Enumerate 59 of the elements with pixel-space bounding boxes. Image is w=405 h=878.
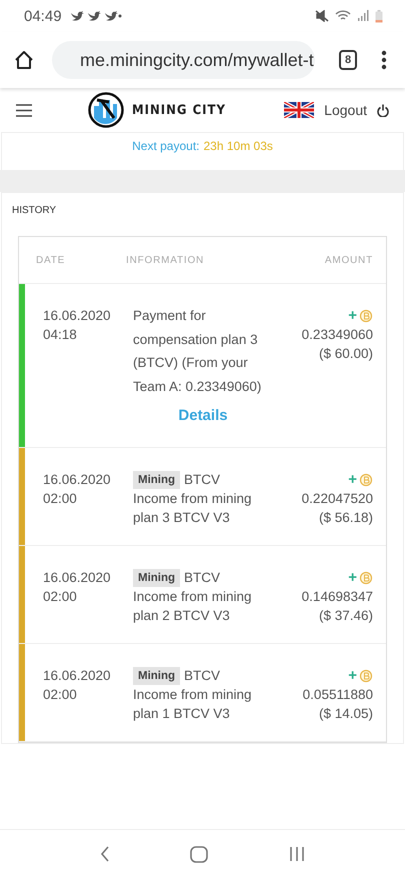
signal-icon	[357, 10, 369, 22]
date-text: 16.06.2020	[43, 667, 112, 685]
category-tag: Mining	[133, 470, 180, 488]
time-text: 02:00	[43, 686, 78, 704]
history-title: HISTORY	[12, 205, 58, 216]
usd-amount: ($ 60.00)	[318, 345, 373, 363]
battery-icon	[375, 10, 383, 22]
column-header: DATE	[35, 254, 66, 266]
home-button-icon[interactable]	[190, 846, 208, 862]
tab-count-button[interactable]: 8	[339, 50, 357, 70]
home-icon[interactable]	[14, 50, 34, 70]
clock: 04:49	[24, 8, 62, 24]
payout-countdown: 23h 10m 03s	[203, 139, 273, 155]
coin-text: BTCV	[184, 667, 220, 685]
recents-icon[interactable]	[288, 846, 305, 862]
menu-icon[interactable]	[16, 104, 32, 116]
column-header: AMOUNT	[324, 254, 374, 266]
date-text: 16.06.2020	[43, 307, 112, 325]
amount-text: 0.23349060	[302, 326, 373, 344]
coin-text: BTCV	[184, 471, 220, 489]
description-text: Income from mining plan 3 BTCV V3	[133, 490, 253, 527]
back-icon[interactable]	[100, 846, 110, 862]
category-tag: Mining	[133, 568, 180, 586]
usd-amount: ($ 56.18)	[318, 509, 373, 527]
amount-text: 0.14698347	[302, 588, 373, 606]
plus-sign: +	[348, 666, 357, 685]
plus-sign: +	[348, 306, 357, 325]
coin-icon	[359, 668, 373, 682]
coin-text: BTCV	[184, 569, 220, 587]
logout-link[interactable]: Logout	[324, 102, 367, 118]
address-bar[interactable]: me.miningcity.com/mywallet-t	[52, 41, 315, 79]
next-payout-label: Next payout:	[132, 139, 200, 155]
usd-amount: ($ 14.05)	[318, 705, 373, 723]
flag-icon[interactable]	[284, 102, 314, 118]
mute-icon	[315, 10, 329, 22]
description-text: Income from mining plan 1 BTCV V3	[133, 686, 253, 723]
usd-amount: ($ 37.46)	[318, 607, 373, 625]
wifi-icon	[335, 10, 351, 22]
amount-text: 0.22047520	[302, 490, 373, 508]
bird-icons	[70, 10, 122, 22]
amount-text: 0.05511880	[302, 686, 373, 704]
date-text: 16.06.2020	[43, 471, 112, 489]
brand-name: MINING CITY	[132, 102, 226, 118]
time-text: 02:00	[43, 588, 78, 606]
date-text: 16.06.2020	[43, 569, 112, 587]
category-tag: Mining	[133, 666, 180, 684]
plus-sign: +	[348, 470, 357, 489]
description-text: Payment for compensation plan 3 (BTCV) (From your Team A: 0.23349060)	[133, 307, 262, 396]
more-icon[interactable]	[381, 50, 387, 70]
coin-icon	[359, 308, 373, 322]
power-icon[interactable]	[377, 104, 389, 116]
coin-icon	[359, 570, 373, 584]
description-text: Income from mining plan 2 BTCV V3	[133, 588, 253, 625]
plus-sign: +	[348, 568, 357, 587]
time-text: 04:18	[43, 326, 78, 344]
logo-icon	[88, 92, 124, 128]
coin-icon	[359, 472, 373, 486]
column-header: INFORMATION	[126, 254, 206, 266]
time-text: 02:00	[43, 490, 78, 508]
